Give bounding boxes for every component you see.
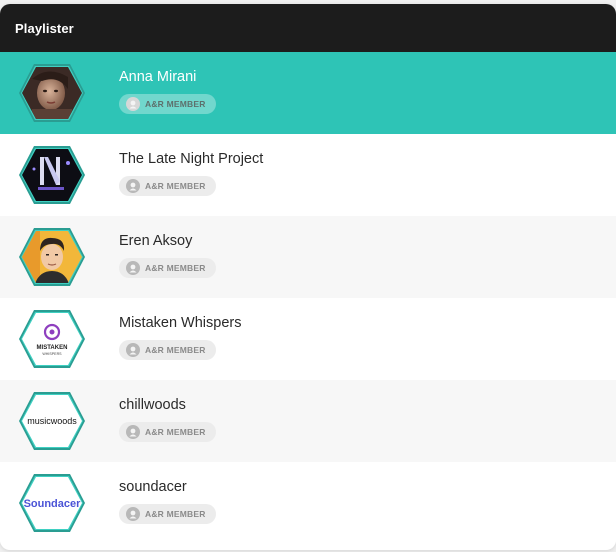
status-badge: A&R MEMBER xyxy=(119,504,216,524)
badge-label: A&R MEMBER xyxy=(145,509,206,519)
logo-text: MISTAKEN xyxy=(37,345,68,351)
soundacer-logo-icon: Soundacer xyxy=(19,474,85,532)
ar-member-icon xyxy=(126,179,140,193)
mistaken-whispers-logo-icon: MISTAKEN WHISPERS xyxy=(19,310,85,368)
logo-text: Soundacer xyxy=(24,498,82,510)
playlister-info: soundacer A&R MEMBER xyxy=(119,478,216,524)
ar-member-icon xyxy=(126,261,140,275)
status-badge: A&R MEMBER xyxy=(119,340,216,360)
playlister-name: Eren Aksoy xyxy=(119,233,193,249)
badge-label: A&R MEMBER xyxy=(145,263,206,273)
status-badge: A&R MEMBER xyxy=(119,422,216,442)
badge-label: A&R MEMBER xyxy=(145,181,206,191)
playlister-card: Playlister Anna Mirani A&R MEMBER The La… xyxy=(0,4,616,550)
badge-label: A&R MEMBER xyxy=(145,99,206,109)
ar-member-icon xyxy=(126,343,140,357)
logo-text: musicwoods xyxy=(27,416,77,426)
status-badge: A&R MEMBER xyxy=(119,176,216,196)
playlister-name: Anna Mirani xyxy=(119,69,197,85)
night-logo-icon xyxy=(19,146,85,204)
ar-member-icon xyxy=(126,97,140,111)
status-badge: A&R MEMBER xyxy=(119,94,216,114)
playlister-name: Mistaken Whispers xyxy=(119,315,242,331)
playlister-header: Playlister xyxy=(0,4,616,52)
playlister-info: chillwoods A&R MEMBER xyxy=(119,396,216,442)
ar-member-icon xyxy=(126,425,140,439)
cartoon-man-icon xyxy=(19,228,85,286)
avatar: MISTAKEN WHISPERS xyxy=(18,309,86,369)
playlister-name: chillwoods xyxy=(119,397,186,413)
playlister-row-chillwoods[interactable]: musicwoods chillwoods A&R MEMBER xyxy=(0,380,616,462)
playlister-row-anna-mirani[interactable]: Anna Mirani A&R MEMBER xyxy=(0,52,616,134)
playlister-info: The Late Night Project A&R MEMBER xyxy=(119,150,263,196)
badge-label: A&R MEMBER xyxy=(145,427,206,437)
ar-member-icon xyxy=(126,507,140,521)
avatar xyxy=(18,145,86,205)
avatar xyxy=(18,63,86,123)
status-badge: A&R MEMBER xyxy=(119,258,216,278)
playlister-row-mistaken-whispers[interactable]: MISTAKEN WHISPERS Mistaken Whispers A&R … xyxy=(0,298,616,380)
logo-subtext: WHISPERS xyxy=(42,352,62,356)
playlister-info: Anna Mirani A&R MEMBER xyxy=(119,68,216,114)
avatar xyxy=(18,227,86,287)
page-title: Playlister xyxy=(15,20,74,36)
playlister-row-soundacer[interactable]: Soundacer soundacer A&R MEMBER xyxy=(0,462,616,544)
playlister-name: The Late Night Project xyxy=(119,151,264,167)
avatar: Soundacer xyxy=(18,473,86,533)
musicwoods-logo-icon: musicwoods xyxy=(19,392,85,450)
playlister-name: soundacer xyxy=(119,479,187,495)
playlister-info: Eren Aksoy A&R MEMBER xyxy=(119,232,216,278)
hexagon-avatar-photo xyxy=(19,64,85,122)
avatar: musicwoods xyxy=(18,391,86,451)
playlister-row-the-late-night-project[interactable]: The Late Night Project A&R MEMBER xyxy=(0,134,616,216)
playlister-info: Mistaken Whispers A&R MEMBER xyxy=(119,314,241,360)
badge-label: A&R MEMBER xyxy=(145,345,206,355)
playlister-row-eren-aksoy[interactable]: Eren Aksoy A&R MEMBER xyxy=(0,216,616,298)
